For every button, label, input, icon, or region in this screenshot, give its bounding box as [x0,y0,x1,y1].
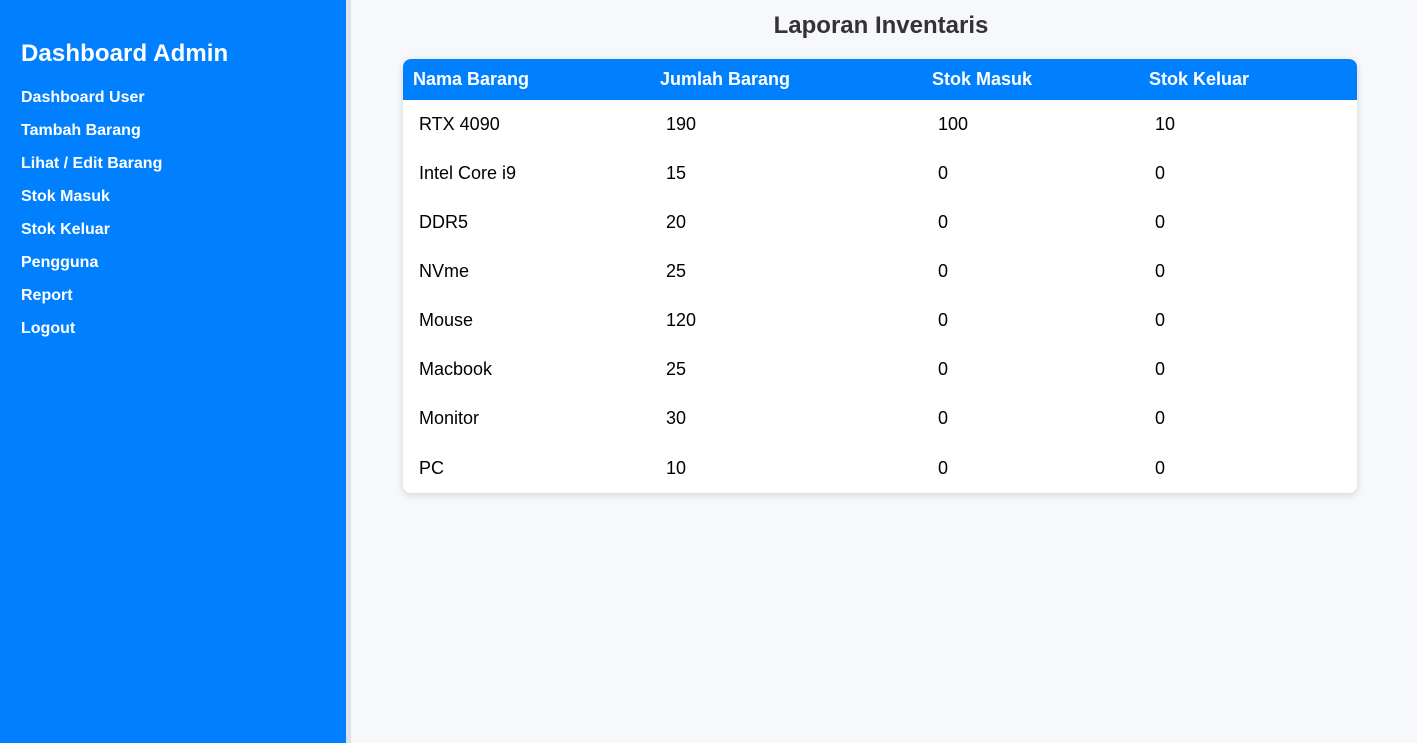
cell-stok-masuk: 0 [938,212,949,232]
cell-jumlah-barang: 120 [666,310,697,330]
table-header: Nama Barang Jumlah Barang Stok Masuk Sto… [403,59,1357,100]
sidebar-item-logout[interactable]: Logout [21,319,346,352]
cell-stok-masuk: 0 [938,359,949,379]
sidebar: Dashboard Admin Dashboard User Tambah Ba… [0,0,351,743]
table-row: NVme 25 0 0 [403,247,1357,296]
cell-stok-keluar: 0 [1155,261,1166,281]
table-row: PC 10 0 0 [403,443,1357,493]
cell-jumlah-barang: 25 [666,359,687,379]
cell-stok-keluar: 0 [1155,408,1166,428]
cell-nama-barang: Mouse [419,310,474,330]
sidebar-item-stok-keluar[interactable]: Stok Keluar [21,220,346,253]
cell-jumlah-barang: 15 [666,163,687,183]
cell-nama-barang: Macbook [419,359,493,379]
cell-stok-keluar: 0 [1155,359,1166,379]
cell-jumlah-barang: 30 [666,408,687,428]
cell-stok-keluar: 0 [1155,212,1166,232]
cell-jumlah-barang: 190 [666,114,697,134]
sidebar-item-stok-masuk[interactable]: Stok Masuk [21,187,346,220]
sidebar-item-report[interactable]: Report [21,286,346,319]
cell-nama-barang: NVme [419,261,470,281]
table-row: Intel Core i9 15 0 0 [403,149,1357,198]
app-layout: Dashboard Admin Dashboard User Tambah Ba… [0,0,1417,743]
cell-stok-masuk: 0 [938,261,949,281]
table-row: RTX 4090 190 100 10 [403,100,1357,149]
cell-stok-masuk: 0 [938,310,949,330]
cell-stok-keluar: 0 [1155,310,1166,330]
table-row: DDR5 20 0 0 [403,198,1357,247]
sidebar-item-pengguna[interactable]: Pengguna [21,253,346,286]
cell-stok-masuk: 0 [938,163,949,183]
cell-jumlah-barang: 10 [666,457,687,478]
table-body: RTX 4090 190 100 10 Intel Core i9 15 0 0… [403,100,1357,493]
cell-nama-barang: DDR5 [419,212,469,232]
inventory-report-card: Nama Barang Jumlah Barang Stok Masuk Sto… [403,59,1357,493]
cell-nama-barang: Intel Core i9 [419,163,517,183]
cell-stok-keluar: 0 [1155,457,1166,478]
column-header-stok-keluar: Stok Keluar [1149,69,1250,89]
column-header-nama-barang: Nama Barang [413,69,530,89]
cell-nama-barang: RTX 4090 [419,114,500,134]
main-content: Laporan Inventaris Nama Barang Jumlah Ba… [351,0,1417,743]
inventory-table: Nama Barang Jumlah Barang Stok Masuk Sto… [403,59,1357,493]
page-title: Laporan Inventaris [773,12,989,39]
table-header-row: Nama Barang Jumlah Barang Stok Masuk Sto… [403,59,1357,100]
cell-nama-barang: Monitor [419,408,480,428]
sidebar-item-lihat-edit-barang[interactable]: Lihat / Edit Barang [21,154,346,187]
table-row: Macbook 25 0 0 [403,345,1357,394]
cell-stok-keluar: 10 [1155,114,1176,134]
cell-jumlah-barang: 20 [666,212,687,232]
cell-stok-keluar: 0 [1155,163,1166,183]
sidebar-item-tambah-barang[interactable]: Tambah Barang [21,121,346,154]
column-header-stok-masuk: Stok Masuk [932,69,1033,89]
sidebar-item-dashboard-user[interactable]: Dashboard User [21,88,346,121]
column-header-jumlah-barang: Jumlah Barang [660,69,791,89]
sidebar-title: Dashboard Admin [21,40,229,67]
table-row: Mouse 120 0 0 [403,296,1357,345]
table-row: Monitor 30 0 0 [403,394,1357,443]
cell-jumlah-barang: 25 [666,261,687,281]
cell-stok-masuk: 0 [938,408,949,428]
sidebar-nav: Dashboard User Tambah Barang Lihat / Edi… [21,88,346,352]
cell-nama-barang: PC [419,457,445,478]
cell-stok-masuk: 0 [938,457,949,478]
cell-stok-masuk: 100 [938,114,969,134]
